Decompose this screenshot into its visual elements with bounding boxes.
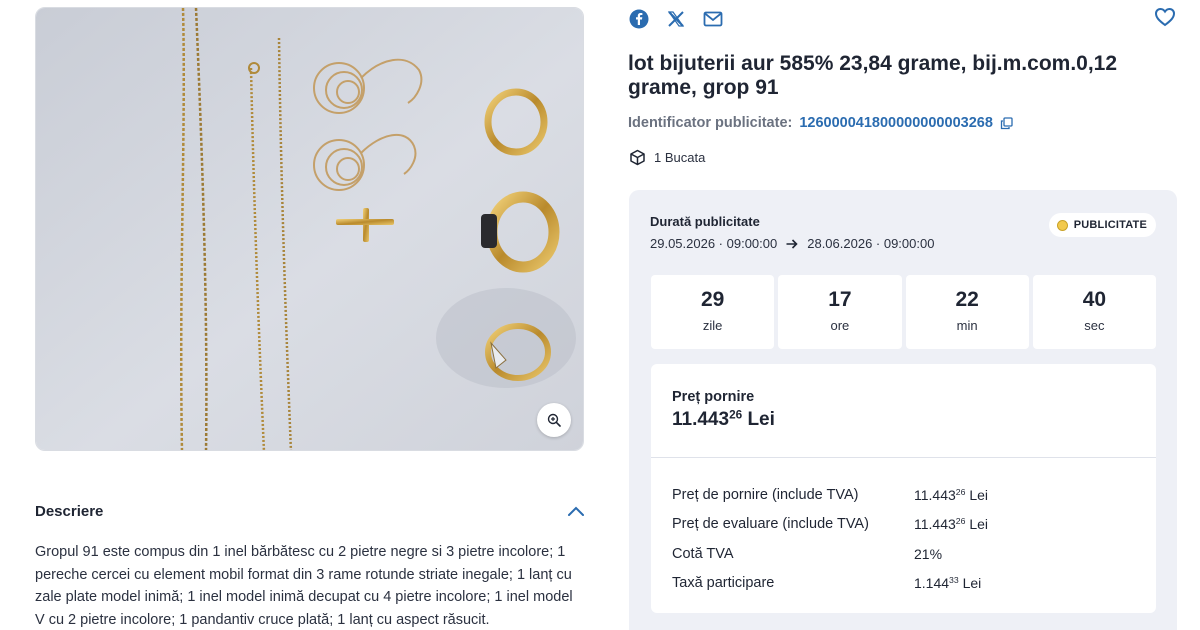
description-title: Descriere	[35, 502, 104, 520]
price-details: Preț de pornire (include TVA) 11.44326 L…	[672, 480, 1142, 598]
price-card: Preț pornire 11.44326 Lei Preț de pornir…	[651, 364, 1156, 613]
price-row-value: 11.44326 Lei	[914, 487, 988, 503]
price-dec: 26	[729, 408, 743, 422]
countdown-value: 40	[1082, 288, 1107, 311]
countdown-unit: sec	[1084, 318, 1105, 333]
status-badge: PUBLICITATE	[1048, 213, 1156, 237]
countdown-unit: zile	[702, 318, 723, 333]
row-unit: Lei	[962, 575, 982, 592]
box-icon	[630, 149, 645, 166]
price-row-value: 11.44326 Lei	[914, 516, 988, 532]
status-badge-label: PUBLICITATE	[1073, 219, 1147, 231]
countdown-unit: min	[956, 318, 978, 333]
countdown-value: 17	[828, 288, 852, 311]
price-row: Preț de evaluare (include TVA) 11.44326 …	[672, 510, 1142, 540]
price-row-label: Preț de pornire (include TVA)	[672, 486, 859, 503]
price-currency: Lei	[747, 409, 775, 430]
countdown-seconds: 40 sec	[1032, 275, 1156, 349]
facebook-icon[interactable]	[629, 9, 649, 29]
countdown: 29 zile 17 ore 22 min 40 sec	[651, 275, 1156, 349]
price-row-label: Taxă participare	[672, 575, 775, 592]
row-int: 11.443	[914, 516, 956, 533]
price-row: Taxă participare 1.14433 Lei	[672, 569, 1142, 599]
price-row-label: Preț de evaluare (include TVA)	[672, 516, 869, 533]
share-bar	[629, 9, 723, 29]
heart-icon[interactable]	[1154, 7, 1176, 27]
listing-title: lot bijuterii aur 585% 23,84 grame, bij.…	[628, 52, 1118, 99]
row-int: 1.144	[914, 575, 950, 592]
row-int: 21%	[914, 545, 943, 562]
duration-label: Durată publicitate	[650, 214, 760, 229]
start-price-value: 11.44326 Lei	[672, 409, 775, 431]
identifier-label: Identificator publicitate:	[628, 115, 793, 131]
price-row-value: 21%	[914, 546, 942, 562]
countdown-minutes: 22 min	[905, 275, 1029, 349]
zoom-in-icon	[547, 413, 561, 427]
identifier-value[interactable]: 126000041800000000003268	[799, 115, 993, 131]
end-date: 28.06.2026 · 09:00:00	[807, 236, 935, 251]
row-dec: 26	[955, 516, 966, 527]
auction-panel: Durată publicitate 29.05.2026 · 09:00:00…	[629, 190, 1177, 630]
row-dec: 33	[949, 575, 959, 586]
chevron-up-icon[interactable]	[567, 505, 585, 517]
jewelry-photo	[36, 8, 583, 450]
countdown-hours: 17 ore	[778, 275, 902, 349]
description-header[interactable]: Descriere	[35, 498, 585, 524]
row-unit: Lei	[969, 516, 989, 533]
price-int: 11.443	[672, 409, 730, 430]
countdown-value: 29	[700, 288, 725, 311]
price-row: Cotă TVA 21%	[672, 539, 1142, 569]
price-row-label: Cotă TVA	[672, 545, 734, 562]
mail-icon[interactable]	[703, 11, 723, 27]
quantity-label: 1 Bucata	[654, 150, 706, 165]
countdown-days: 29 zile	[651, 275, 775, 349]
x-icon[interactable]	[667, 10, 685, 28]
row-unit: Lei	[969, 486, 989, 503]
arrow-right-icon	[786, 238, 798, 249]
description-text: Gropul 91 este compus din 1 inel bărbăte…	[35, 544, 573, 628]
price-row-value: 1.14433 Lei	[914, 575, 981, 591]
divider	[651, 457, 1156, 458]
price-row: Preț de pornire (include TVA) 11.44326 L…	[672, 480, 1142, 510]
listing-identifier: Identificator publicitate: 1260000418000…	[628, 115, 1013, 131]
duration-dates: 29.05.2026 · 09:00:00 28.06.2026 · 09:00…	[650, 236, 934, 251]
status-dot-icon	[1056, 219, 1068, 231]
quantity: 1 Bucata	[629, 149, 705, 166]
countdown-value: 22	[955, 288, 979, 311]
zoom-button[interactable]	[537, 403, 571, 437]
start-date: 29.05.2026 · 09:00:00	[650, 236, 778, 251]
row-dec: 26	[955, 486, 966, 497]
row-int: 11.443	[914, 486, 956, 503]
countdown-unit: ore	[830, 318, 850, 333]
product-image[interactable]	[35, 7, 584, 451]
start-price-label: Preț pornire	[672, 389, 755, 405]
copy-icon[interactable]	[1000, 116, 1013, 130]
